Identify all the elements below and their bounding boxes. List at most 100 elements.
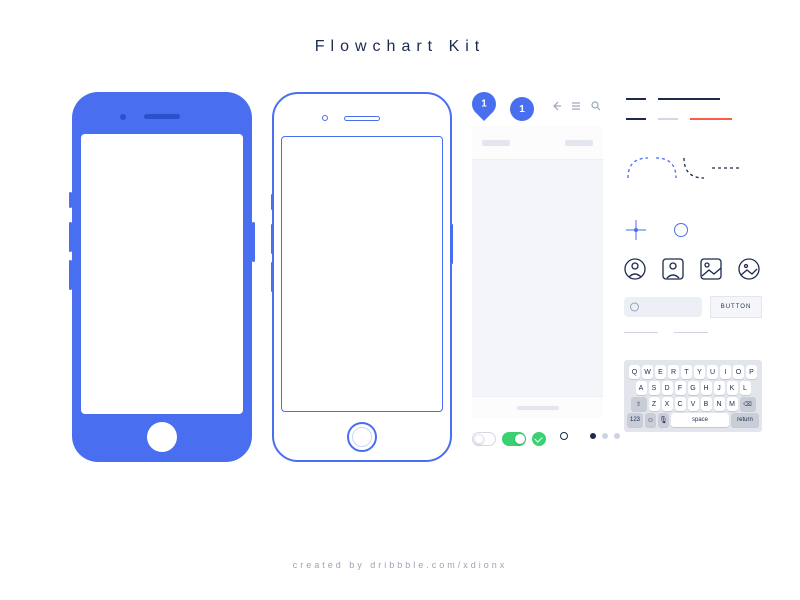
key-n[interactable]: N <box>714 397 725 411</box>
pin-label: 1 <box>481 99 487 110</box>
wireframe-screen <box>472 126 603 418</box>
thin-divider-set <box>624 332 708 333</box>
key-d[interactable]: D <box>662 381 673 395</box>
line-dark-long <box>658 98 720 100</box>
key-r[interactable]: R <box>668 365 679 379</box>
line-gray <box>658 118 678 120</box>
key-l[interactable]: L <box>740 381 751 395</box>
phone-screen <box>281 136 443 412</box>
key-p[interactable]: P <box>746 365 757 379</box>
step-circle-marker[interactable]: 1 <box>510 97 534 121</box>
key-m[interactable]: M <box>727 397 738 411</box>
key-a[interactable]: A <box>636 381 647 395</box>
phone-filled-mockup <box>72 92 252 462</box>
connector-curve-tl <box>628 158 648 178</box>
volume-down[interactable] <box>271 262 273 292</box>
key-u[interactable]: U <box>707 365 718 379</box>
nav-icon-set <box>550 100 602 112</box>
line-dark <box>626 118 646 120</box>
nav-bar <box>472 126 603 160</box>
key-o[interactable]: O <box>733 365 744 379</box>
search-icon[interactable] <box>590 100 602 112</box>
divider <box>674 332 708 333</box>
toggle-set <box>472 432 546 446</box>
key-i[interactable]: I <box>720 365 731 379</box>
connector-curve-bl <box>684 158 704 178</box>
key-⇧[interactable]: ⇧ <box>631 397 647 411</box>
menu-icon[interactable] <box>570 100 582 112</box>
key-q[interactable]: Q <box>629 365 640 379</box>
key-z[interactable]: Z <box>649 397 660 411</box>
volume-up[interactable] <box>271 224 273 254</box>
line-dark-short <box>626 98 646 100</box>
power-button[interactable] <box>252 222 255 262</box>
key-⌫[interactable]: ⌫ <box>740 397 756 411</box>
key-w[interactable]: W <box>642 365 653 379</box>
image-square-icon <box>700 258 722 280</box>
user-square-icon <box>662 258 684 280</box>
map-pin-marker[interactable]: 1 <box>467 87 501 121</box>
search-input[interactable] <box>624 297 702 317</box>
home-button[interactable] <box>347 422 377 452</box>
check-badge-icon <box>532 432 546 446</box>
key-v[interactable]: V <box>688 397 699 411</box>
divider <box>624 332 658 333</box>
page-title: Flowchart Kit <box>315 38 485 56</box>
divider-samples-row1 <box>626 98 720 100</box>
key-j[interactable]: J <box>714 381 725 395</box>
key-123[interactable]: 123 <box>627 413 643 427</box>
keyboard-mockup: QWERTYUIOP ASDFGHJKL ⇧ZXCVBNM⌫ 123☺🎙spac… <box>624 360 762 432</box>
image-circle-icon <box>738 258 760 280</box>
mute-switch[interactable] <box>69 192 72 208</box>
sample-button[interactable]: BUTTON <box>710 296 762 318</box>
camera-dot <box>120 114 126 120</box>
key-space[interactable]: space <box>671 413 729 427</box>
key-y[interactable]: Y <box>694 365 705 379</box>
key-h[interactable]: H <box>701 381 712 395</box>
key-x[interactable]: X <box>662 397 673 411</box>
mute-switch[interactable] <box>271 194 273 210</box>
search-button-row: BUTTON <box>624 296 762 318</box>
key-t[interactable]: T <box>681 365 692 379</box>
power-button[interactable] <box>451 224 453 264</box>
key-c[interactable]: C <box>675 397 686 411</box>
page-dot[interactable] <box>602 433 608 439</box>
key-e[interactable]: E <box>655 365 666 379</box>
speaker-slot <box>344 116 380 121</box>
key-f[interactable]: F <box>675 381 686 395</box>
connector-curve-tr <box>656 158 676 178</box>
page-dot-outline[interactable] <box>560 432 568 440</box>
credit-text: created by dribbble.com/xdionx <box>293 560 508 570</box>
key-🎙[interactable]: 🎙 <box>658 413 669 427</box>
key-s[interactable]: S <box>649 381 660 395</box>
key-return[interactable]: return <box>731 413 759 427</box>
move-circle-set <box>626 220 688 240</box>
volume-up[interactable] <box>69 222 72 252</box>
keyboard-row3: ⇧ZXCVBNM⌫ <box>627 397 759 411</box>
tab-bar <box>472 396 603 418</box>
camera-dot <box>322 115 328 121</box>
divider-samples-row2 <box>626 118 732 120</box>
keyboard-row1: QWERTYUIOP <box>627 365 759 379</box>
page-dot-active[interactable] <box>590 433 596 439</box>
phone-screen <box>81 134 243 414</box>
toggle-on[interactable] <box>502 432 526 446</box>
key-b[interactable]: B <box>701 397 712 411</box>
page-dot[interactable] <box>614 433 620 439</box>
key-k[interactable]: K <box>727 381 738 395</box>
placeholder-icons-row <box>624 258 760 280</box>
volume-down[interactable] <box>69 260 72 290</box>
pagination-dots <box>560 432 620 440</box>
keyboard-row2: ASDFGHJKL <box>627 381 759 395</box>
speaker-slot <box>144 114 180 119</box>
toggle-off[interactable] <box>472 432 496 446</box>
key-☺[interactable]: ☺ <box>645 413 656 427</box>
step-label: 1 <box>519 104 525 115</box>
user-circle-icon <box>624 258 646 280</box>
connector-shapes <box>626 156 746 196</box>
back-icon[interactable] <box>550 100 562 112</box>
move-icon[interactable] <box>626 220 646 240</box>
key-g[interactable]: G <box>688 381 699 395</box>
circle-outline-icon <box>674 223 688 237</box>
home-button[interactable] <box>147 422 177 452</box>
